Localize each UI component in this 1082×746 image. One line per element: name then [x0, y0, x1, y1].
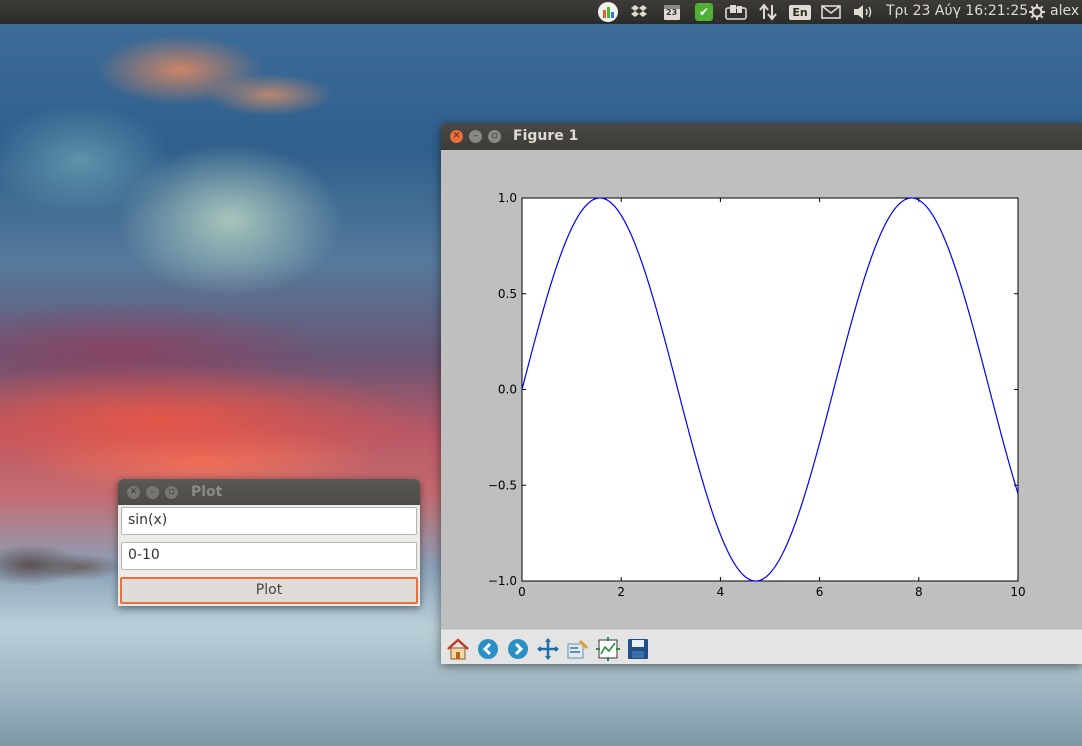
plot-area[interactable] [521, 197, 1019, 582]
shore-rocks [0, 535, 120, 590]
dropbox-icon[interactable] [628, 2, 650, 22]
top-panel: 23 ✔ En Τρι 23 Αύγ 16:21:25 alex [0, 0, 1082, 24]
y-tick-label: −0.5 [488, 478, 517, 492]
forward-icon[interactable] [504, 635, 532, 663]
home-icon[interactable] [444, 635, 472, 663]
close-icon[interactable]: ✕ [450, 130, 463, 143]
mail-icon[interactable] [820, 2, 842, 22]
navigation-toolbar [441, 629, 1082, 664]
minimize-icon[interactable]: – [469, 130, 482, 143]
user-name[interactable]: alex [1050, 3, 1079, 19]
function-input[interactable]: sin(x) [121, 507, 417, 535]
plot-window-titlebar[interactable]: ✕ – ▫ Plot [118, 479, 420, 505]
close-icon[interactable]: ✕ [127, 486, 140, 499]
x-tick-label: 8 [915, 585, 923, 599]
calendar-icon[interactable]: 23 [661, 2, 683, 22]
x-tick-label: 10 [1010, 585, 1025, 599]
pan-icon[interactable] [534, 635, 562, 663]
maximize-icon[interactable]: ▫ [488, 130, 501, 143]
gear-icon[interactable] [1027, 2, 1047, 22]
calendar-day: 23 [666, 8, 678, 17]
zoom-icon[interactable] [564, 635, 592, 663]
minimize-icon[interactable]: – [146, 486, 159, 499]
keyboard-layout-label: En [789, 4, 811, 20]
system-monitor-icon[interactable] [596, 2, 620, 22]
maximize-icon[interactable]: ▫ [165, 486, 178, 499]
network-updown-icon[interactable] [758, 2, 778, 22]
x-tick-label: 4 [717, 585, 725, 599]
back-icon[interactable] [474, 635, 502, 663]
figure-window: ✕ – ▫ Figure 1 0 2 4 6 8 10 1.0 0.5 0.0 −0.5 −1.0 [441, 123, 1082, 664]
y-tick-label: −1.0 [488, 574, 517, 588]
clock[interactable]: Τρι 23 Αύγ 16:21:25 [886, 3, 1028, 19]
y-tick-label: 0.0 [498, 383, 517, 397]
x-tick-label: 2 [617, 585, 625, 599]
shelf-icon[interactable] [724, 2, 748, 22]
sine-plot[interactable]: 0 2 4 6 8 10 1.0 0.5 0.0 −0.5 −1.0 [441, 150, 1082, 629]
update-ok-icon[interactable]: ✔ [693, 2, 715, 22]
keyboard-layout-icon[interactable]: En [789, 2, 811, 22]
volume-icon[interactable] [852, 2, 876, 22]
plot-button[interactable]: Plot [120, 577, 418, 604]
save-icon[interactable] [624, 635, 652, 663]
subplots-icon[interactable] [594, 635, 622, 663]
plot-window: ✕ – ▫ Plot sin(x) 0-10 Plot [118, 479, 420, 606]
y-tick-label: 1.0 [498, 191, 517, 205]
x-tick-label: 0 [518, 585, 526, 599]
plot-window-title: Plot [191, 484, 223, 500]
range-input[interactable]: 0-10 [121, 542, 417, 570]
x-tick-label: 6 [816, 585, 824, 599]
figure-window-titlebar[interactable]: ✕ – ▫ Figure 1 [441, 123, 1082, 150]
figure-window-title: Figure 1 [513, 128, 579, 144]
y-tick-label: 0.5 [498, 287, 517, 301]
